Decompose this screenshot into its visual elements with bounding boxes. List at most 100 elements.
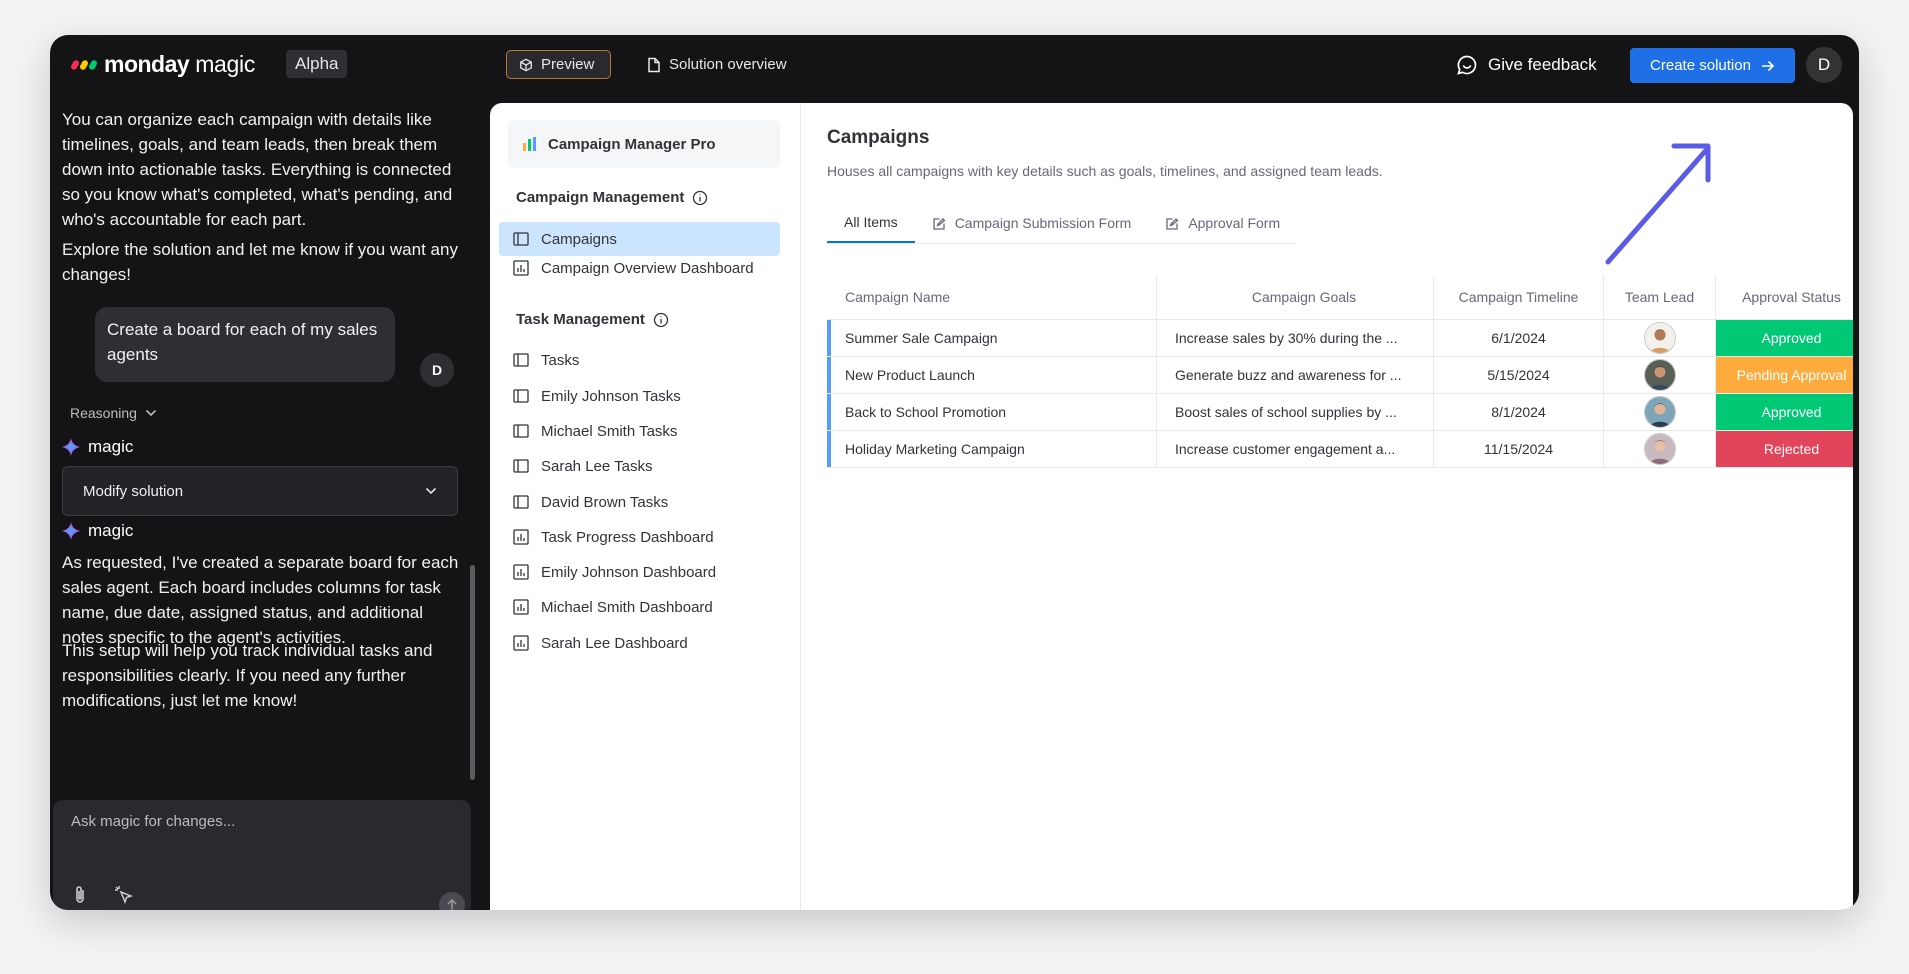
chat-scrollbar[interactable] [470,565,475,780]
board-icon [513,232,529,246]
alpha-badge: Alpha [286,50,348,78]
tab-campaign-submission-form[interactable]: Campaign Submission Form [915,203,1149,243]
sparkle-icon [62,438,80,456]
logo: monday magic [69,51,255,78]
cube-icon [520,58,532,71]
send-button[interactable] [439,892,465,910]
reasoning-toggle[interactable]: Reasoning [70,405,157,421]
team-lead-cell[interactable] [1604,320,1716,356]
nav-item-label: David Brown Tasks [541,493,669,511]
feedback-icon [1457,55,1477,75]
campaign-goals-cell[interactable]: Increase customer engagement a... [1157,431,1434,467]
campaign-goals-cell[interactable]: Generate buzz and awareness for ... [1157,357,1434,393]
column-header[interactable]: Team Lead [1604,275,1716,319]
campaign-timeline-cell[interactable]: 11/15/2024 [1434,431,1604,467]
table-row[interactable]: New Product Launch Generate buzz and awa… [827,357,1853,394]
top-bar: monday magic Alpha Preview Solution over… [50,35,1859,95]
team-lead-cell[interactable] [1604,431,1716,467]
tab-overview-label: Solution overview [669,56,787,73]
assistant-message-intro: You can organize each campaign with deta… [62,110,453,229]
workspace-header[interactable]: Campaign Manager Pro [508,120,780,168]
table-row[interactable]: Holiday Marketing Campaign Increase cust… [827,431,1853,468]
approval-status-cell[interactable]: Pending Approval [1716,357,1853,393]
nav-item-michael-smith-dashboard[interactable]: Michael Smith Dashboard [499,590,780,624]
campaign-timeline-cell[interactable]: 5/15/2024 [1434,357,1604,393]
campaign-name-cell[interactable]: Holiday Marketing Campaign [827,431,1157,467]
nav-item-task-progress-dashboard[interactable]: Task Progress Dashboard [499,520,780,554]
nav-item-label: Michael Smith Tasks [541,422,678,440]
campaign-goals-cell[interactable]: Increase sales by 30% during the ... [1157,320,1434,356]
avatar[interactable] [1643,396,1676,428]
chat-input[interactable] [69,812,453,831]
tab-label: Campaign Submission Form [954,215,1132,231]
campaign-timeline-cell[interactable]: 6/1/2024 [1434,320,1604,356]
nav-item-david-brown-tasks[interactable]: David Brown Tasks [499,485,780,519]
assistant-header: magic [62,437,133,457]
chat-input-box [53,800,471,910]
campaign-name-cell[interactable]: Summer Sale Campaign [827,320,1157,356]
table-row[interactable]: Summer Sale Campaign Increase sales by 3… [827,320,1853,357]
approval-status-cell[interactable]: Approved [1716,320,1853,356]
info-icon[interactable] [653,312,669,328]
status-badge[interactable]: Approved [1716,394,1853,430]
avatar[interactable] [1643,359,1676,391]
status-badge[interactable]: Pending Approval [1716,357,1853,393]
modify-solution-dropdown[interactable]: Modify solution [62,466,458,516]
campaign-name-cell[interactable]: New Product Launch [827,357,1157,393]
nav-item-emily-johnson-dashboard[interactable]: Emily Johnson Dashboard [499,555,780,589]
logo-mark-icon [69,58,99,71]
approval-status-cell[interactable]: Approved [1716,394,1853,430]
nav-item-sarah-lee-tasks[interactable]: Sarah Lee Tasks [499,449,780,483]
approval-status-cell[interactable]: Rejected [1716,431,1853,467]
tab-approval-form[interactable]: Approval Form [1148,203,1297,243]
nav-item-sarah-lee-dashboard[interactable]: Sarah Lee Dashboard [499,626,780,660]
campaign-name-cell[interactable]: Back to School Promotion [827,394,1157,430]
nav-item-emily-johnson-tasks[interactable]: Emily Johnson Tasks [499,379,780,413]
tab-label: Approval Form [1188,215,1281,231]
table-row[interactable]: Back to School Promotion Boost sales of … [827,394,1853,431]
team-lead-cell[interactable] [1604,357,1716,393]
user-avatar[interactable]: D [1806,47,1842,83]
tab-all-items[interactable]: All Items [827,203,915,243]
user-message: Create a board for each of my sales agen… [95,307,395,382]
tab-solution-overview[interactable]: Solution overview [647,50,787,79]
board-navigation: Campaign Manager Pro Campaign Management… [490,103,801,910]
section-campaign-management: Campaign Management [516,189,708,206]
team-lead-cell[interactable] [1604,394,1716,430]
avatar[interactable] [1643,322,1676,354]
app-window: monday magic Alpha Preview Solution over… [50,35,1859,910]
nav-item-label: Sarah Lee Tasks [541,457,653,475]
status-badge[interactable]: Approved [1716,320,1853,356]
nav-item-label: Campaign Overview Dashboard [541,259,754,277]
modify-solution-label: Modify solution [83,482,184,500]
nav-item-label: Sarah Lee Dashboard [541,634,688,652]
campaign-timeline-cell[interactable]: 8/1/2024 [1434,394,1604,430]
status-badge[interactable]: Rejected [1716,431,1853,467]
info-icon[interactable] [692,190,708,206]
send-icon [447,899,457,910]
workspace-chart-icon [523,137,536,151]
section-label: Task Management [516,311,645,328]
nav-item-label: Campaigns [541,230,617,248]
column-header[interactable]: Campaign Goals [1157,275,1434,319]
paperclip-icon[interactable] [73,885,87,905]
board-icon [513,389,529,403]
avatar[interactable] [1643,433,1676,465]
column-header[interactable]: Approval Status [1716,275,1853,319]
campaign-goals-cell[interactable]: Boost sales of school supplies by ... [1157,394,1434,430]
cursor-icon[interactable] [113,884,135,906]
give-feedback-button[interactable]: Give feedback [1456,50,1597,80]
column-header[interactable]: Campaign Name [827,275,1157,319]
nav-item-campaign-overview-dashboard[interactable]: Campaign Overview Dashboard [499,251,780,285]
nav-item-label: Task Progress Dashboard [541,528,714,546]
form-icon [1166,217,1179,230]
chat-panel: You can organize each campaign with deta… [50,95,488,910]
nav-item-michael-smith-tasks[interactable]: Michael Smith Tasks [499,414,780,448]
nav-item-tasks[interactable]: Tasks [499,343,780,377]
create-solution-button[interactable]: Create solution [1630,48,1795,83]
board-tabs: All Items Campaign Submission Form Appro… [827,203,1298,244]
nav-item-label: Tasks [541,351,580,369]
tab-preview[interactable]: Preview [506,50,612,79]
nav-item-label: Emily Johnson Tasks [541,387,681,405]
column-header[interactable]: Campaign Timeline [1434,275,1604,319]
